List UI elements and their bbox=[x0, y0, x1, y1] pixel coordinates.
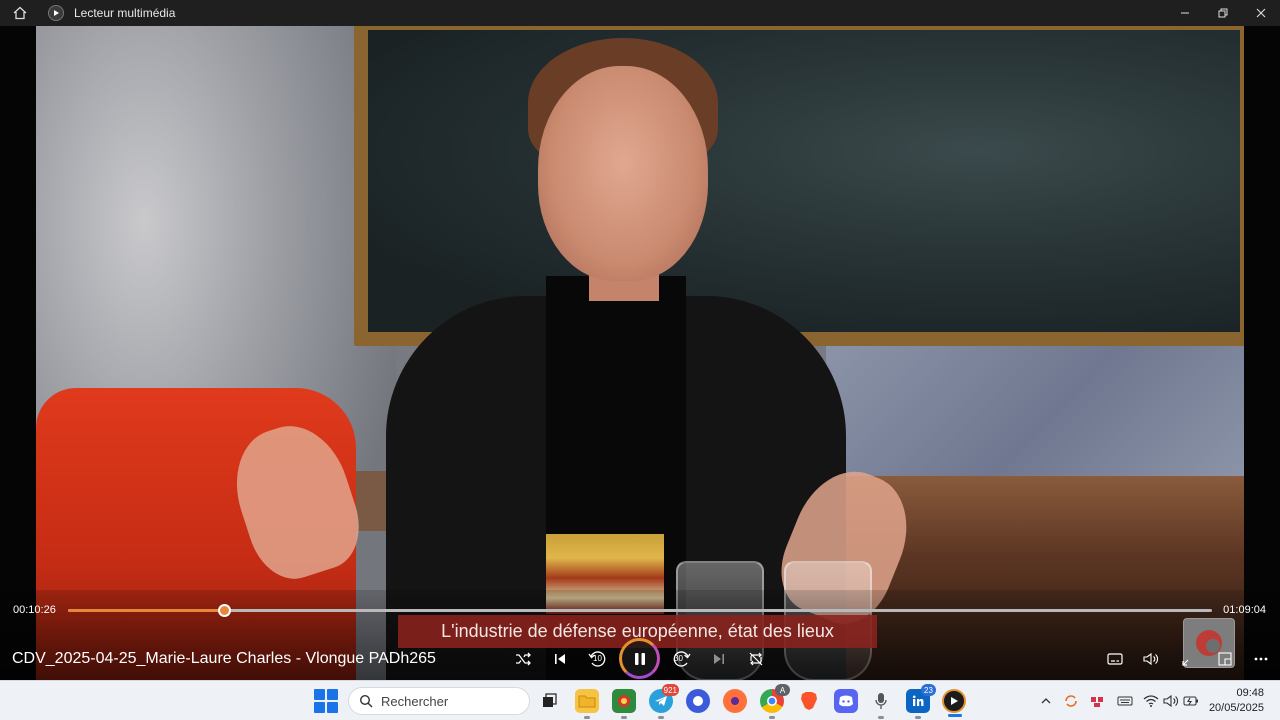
media-title: CDV_2025-04-25_Marie-Laure Charles - Vlo… bbox=[12, 650, 436, 667]
window-title: Lecteur multimédia bbox=[74, 6, 176, 20]
battery-charging-icon bbox=[1183, 696, 1198, 706]
windows-taskbar: Rechercher 921 A 23 09:48 20/05/2025 bbox=[0, 680, 1280, 720]
tray-app-icon bbox=[1091, 697, 1103, 707]
telegram-icon bbox=[655, 696, 667, 706]
clock-time: 09:48 bbox=[1236, 687, 1264, 699]
battery-button[interactable] bbox=[1183, 693, 1199, 709]
repeat-button[interactable] bbox=[742, 645, 770, 673]
repeat-off-icon bbox=[749, 652, 763, 666]
previous-button[interactable] bbox=[546, 645, 574, 673]
fullscreen-button[interactable] bbox=[1175, 645, 1203, 673]
home-button[interactable] bbox=[0, 0, 40, 26]
more-icon bbox=[1254, 657, 1268, 661]
expand-icon bbox=[1182, 659, 1189, 666]
search-icon bbox=[359, 694, 373, 708]
elapsed-time: 00:10:26 bbox=[13, 604, 56, 616]
chrome-icon bbox=[767, 696, 777, 706]
skip-forward-button[interactable]: 30 bbox=[668, 645, 696, 673]
skip-forward-seconds: 30 bbox=[674, 654, 683, 663]
seek-bar[interactable] bbox=[68, 604, 1212, 617]
skip-back-button[interactable]: 10 bbox=[583, 645, 611, 673]
chat-bubble-icon bbox=[693, 696, 703, 706]
sync-icon bbox=[1065, 695, 1077, 707]
captions-icon bbox=[1107, 653, 1123, 665]
subtitles-button[interactable] bbox=[1101, 645, 1129, 673]
media-player-taskbar-button[interactable] bbox=[942, 689, 966, 717]
discord-button[interactable] bbox=[834, 689, 858, 713]
taskbar-search-box[interactable]: Rechercher bbox=[348, 687, 530, 715]
tray-sync-icon-button[interactable] bbox=[1063, 693, 1079, 709]
brave-button[interactable] bbox=[797, 689, 821, 713]
search-placeholder: Rechercher bbox=[381, 693, 449, 709]
skip-previous-icon bbox=[555, 654, 565, 664]
close-button[interactable] bbox=[1242, 0, 1280, 26]
shuffle-icon bbox=[516, 652, 531, 666]
telegram-button[interactable]: 921 bbox=[649, 684, 679, 719]
wifi-icon bbox=[1143, 695, 1159, 707]
show-hidden-icons-button[interactable] bbox=[1038, 693, 1054, 709]
linkedin-icon bbox=[912, 695, 924, 706]
linkedin-notification-badge: 23 bbox=[921, 684, 936, 696]
keyboard-button[interactable] bbox=[1117, 693, 1133, 709]
brave-lion-icon bbox=[801, 692, 817, 710]
play-pause-button[interactable] bbox=[619, 638, 660, 679]
home-icon bbox=[13, 6, 27, 20]
start-button[interactable] bbox=[314, 689, 338, 713]
minimize-icon bbox=[1181, 12, 1189, 14]
more-options-button[interactable] bbox=[1247, 645, 1275, 673]
minimize-button[interactable] bbox=[1166, 0, 1204, 26]
skip-back-seconds: 10 bbox=[593, 654, 602, 663]
firefox-button[interactable] bbox=[723, 689, 747, 713]
folder-icon bbox=[578, 695, 596, 708]
keyboard-icon bbox=[1117, 696, 1133, 706]
video-area[interactable] bbox=[0, 26, 1280, 680]
volume-button[interactable] bbox=[1137, 645, 1165, 673]
discord-icon bbox=[839, 695, 853, 707]
windows-logo-icon bbox=[314, 689, 325, 700]
app-colored-button[interactable] bbox=[612, 689, 636, 719]
volume-icon bbox=[1143, 652, 1158, 666]
total-duration: 01:09:04 bbox=[1223, 604, 1266, 616]
media-player-app-icon bbox=[48, 5, 64, 21]
picture-in-picture-icon bbox=[1218, 652, 1232, 666]
tray-app-button[interactable] bbox=[1089, 693, 1105, 709]
chrome-profile-badge: A bbox=[775, 684, 790, 696]
voice-recorder-button[interactable] bbox=[869, 689, 893, 719]
restore-icon bbox=[1218, 8, 1228, 18]
chevron-up-icon bbox=[1041, 698, 1051, 704]
speaker-icon bbox=[1163, 694, 1178, 708]
pause-icon bbox=[634, 652, 645, 665]
telegram-unread-badge: 921 bbox=[661, 684, 679, 696]
close-icon bbox=[1256, 8, 1266, 18]
clock-date: 20/05/2025 bbox=[1208, 702, 1264, 714]
seek-bar-progress bbox=[68, 609, 225, 612]
video-frame bbox=[36, 26, 1244, 680]
app-icon bbox=[618, 695, 630, 707]
taskbar-clock[interactable]: 09:48 20/05/2025 bbox=[1209, 686, 1264, 716]
task-view-icon bbox=[543, 693, 557, 707]
linkedin-button[interactable]: 23 bbox=[906, 684, 936, 719]
title-bar: Lecteur multimédia bbox=[0, 0, 1280, 26]
sound-button[interactable] bbox=[1163, 693, 1179, 709]
messenger-button[interactable] bbox=[686, 689, 710, 713]
microphone-icon bbox=[875, 693, 887, 709]
task-view-button[interactable] bbox=[537, 689, 561, 713]
media-player-icon bbox=[951, 697, 958, 705]
file-explorer-button[interactable] bbox=[575, 689, 599, 719]
compact-overlay-button[interactable] bbox=[1211, 645, 1239, 673]
shuffle-button[interactable] bbox=[509, 645, 537, 673]
firefox-icon bbox=[731, 697, 739, 705]
skip-next-icon bbox=[714, 654, 724, 664]
next-button[interactable] bbox=[705, 645, 733, 673]
network-button[interactable] bbox=[1143, 693, 1159, 709]
chrome-button[interactable]: A bbox=[760, 684, 790, 719]
restore-button[interactable] bbox=[1204, 0, 1242, 26]
